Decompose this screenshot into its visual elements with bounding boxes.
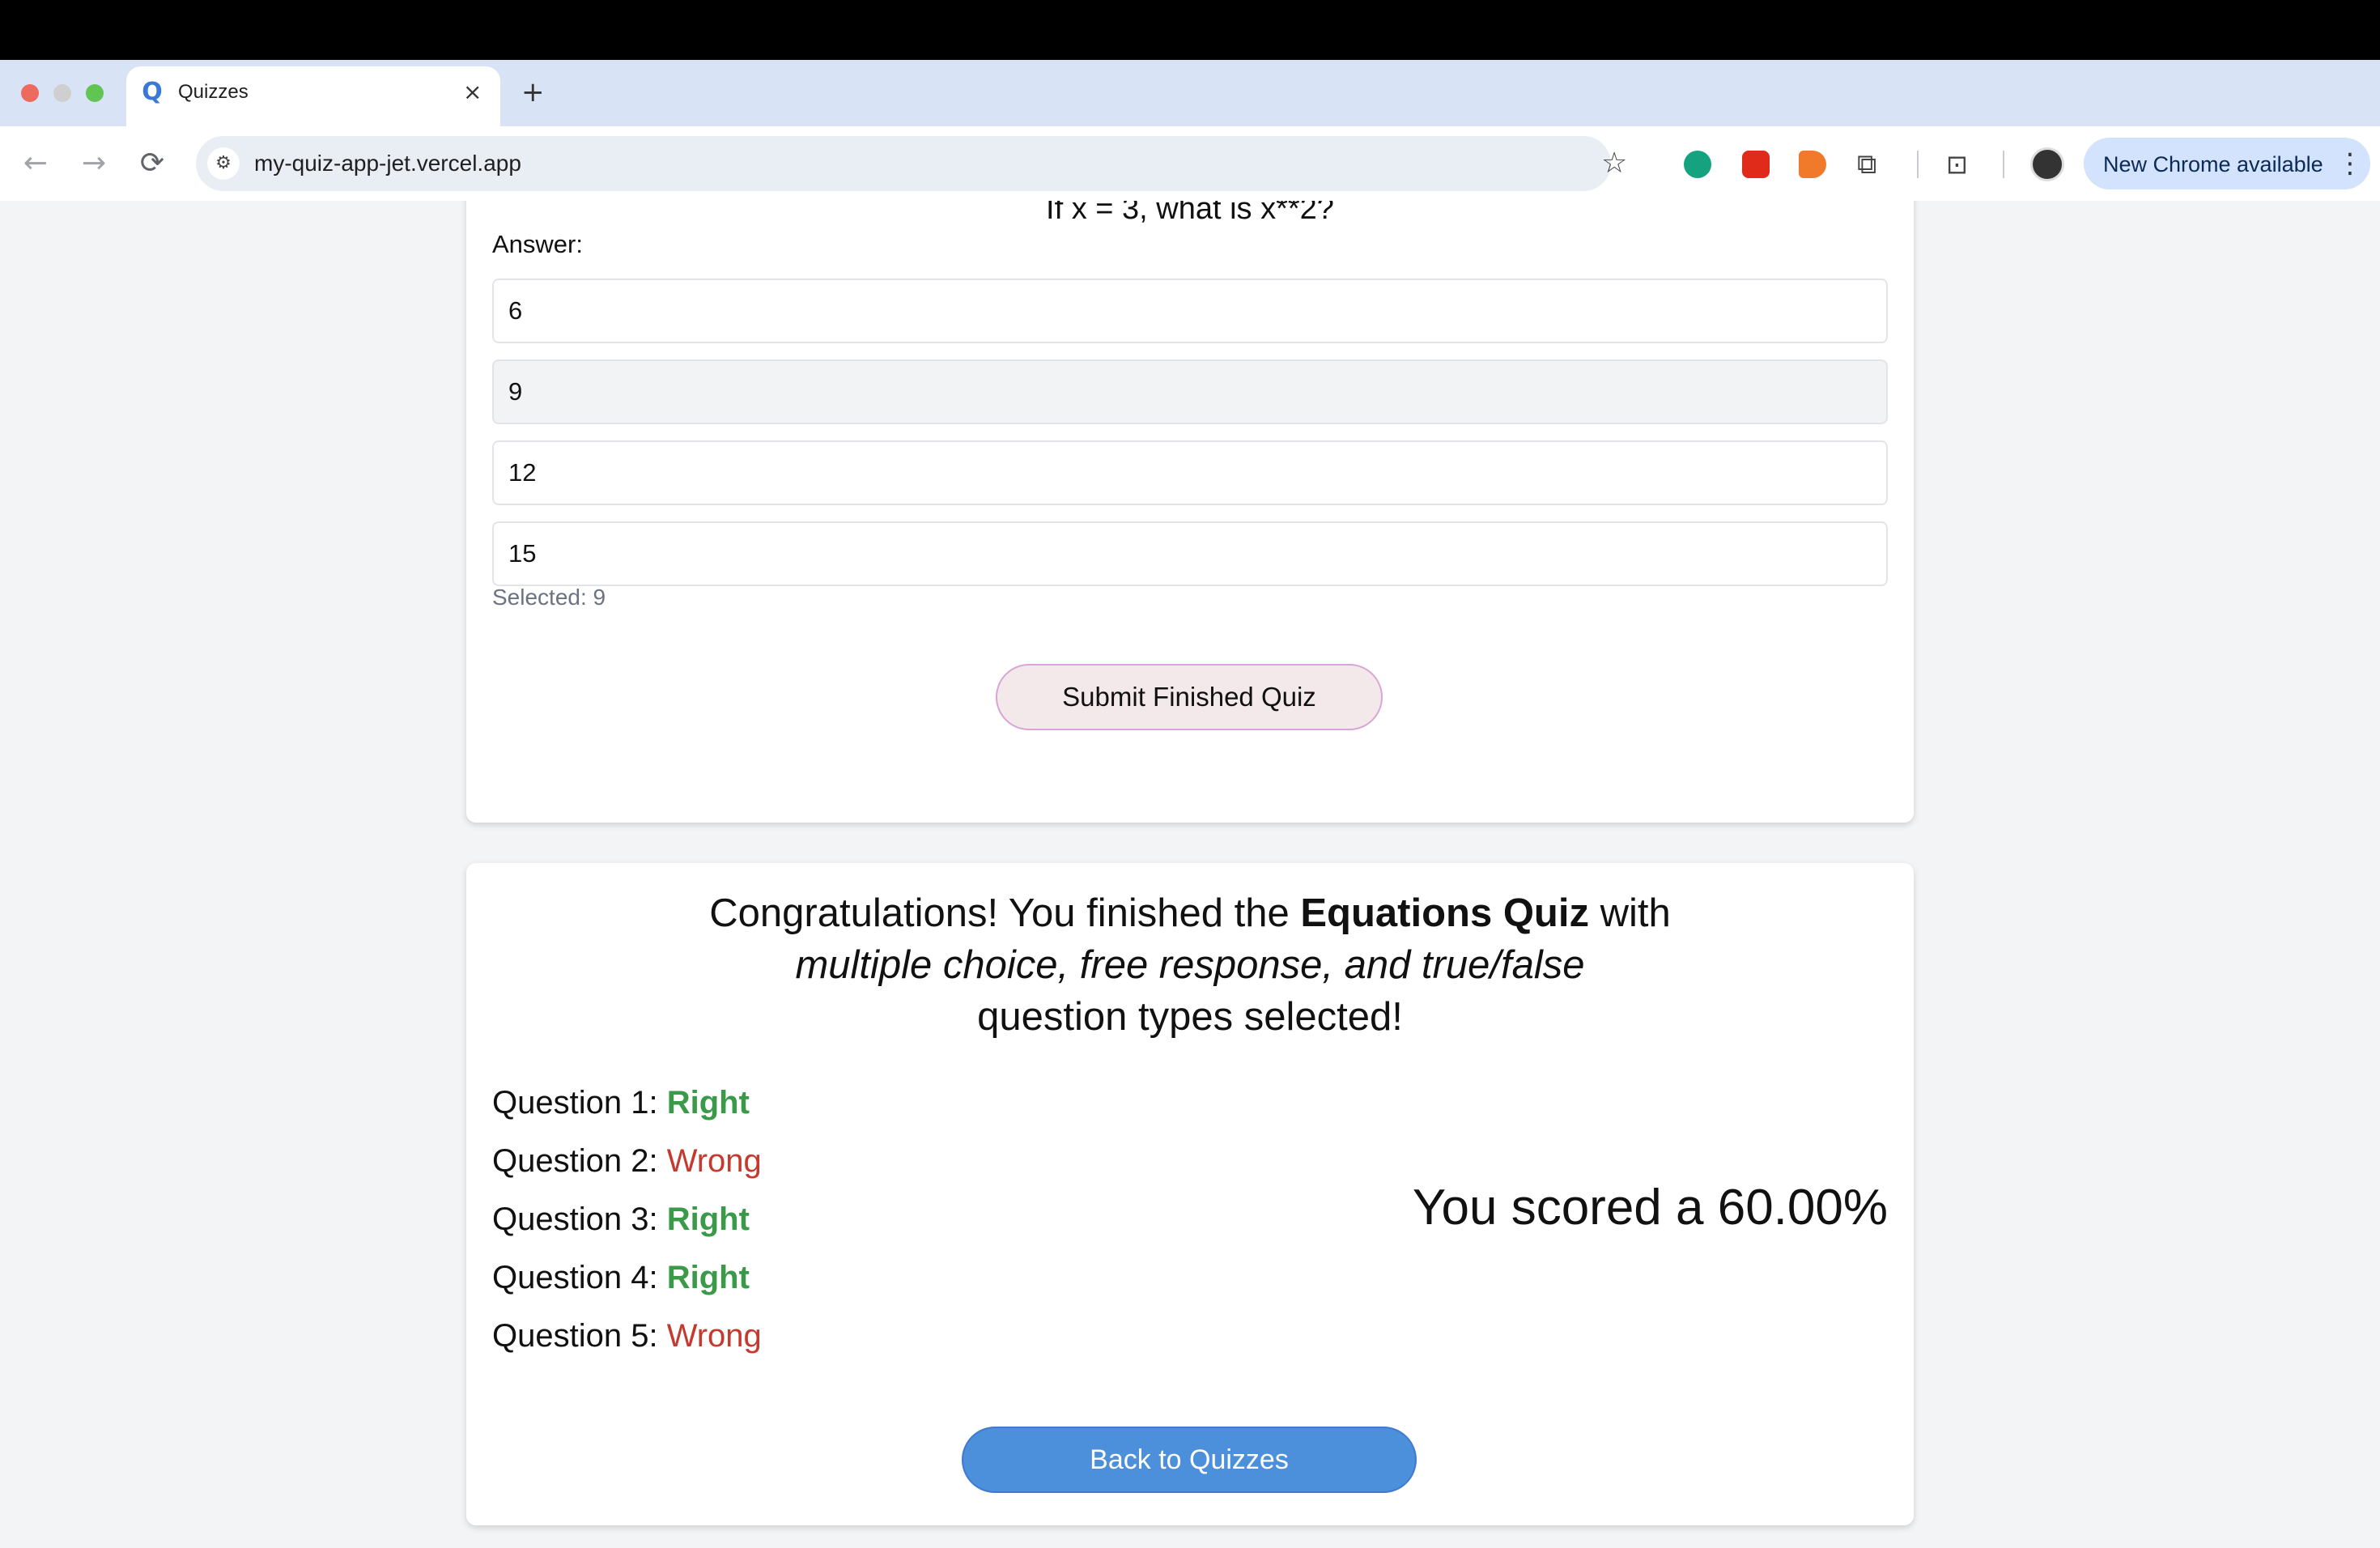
score-text: You scored a 60.00% xyxy=(1412,1180,1888,1235)
maximize-window-button[interactable] xyxy=(86,84,104,102)
tab-search-icon[interactable]: ⊡ xyxy=(1946,149,1968,180)
answer-label: Answer: xyxy=(492,230,583,258)
congrats-prefix: Congratulations! You finished the xyxy=(709,891,1290,935)
reload-icon[interactable]: ⟳ xyxy=(133,144,172,183)
close-tab-icon[interactable]: × xyxy=(463,79,482,105)
question-result: Wrong xyxy=(666,1143,762,1179)
congrats-with: with xyxy=(1600,891,1671,935)
congratulations-message: Congratulations! You finished the Equati… xyxy=(466,887,1914,1043)
selected-answer-text: Selected: 9 xyxy=(492,585,606,610)
question-label: Question 2: xyxy=(492,1143,658,1179)
quiz-name: Equations Quiz xyxy=(1300,891,1589,935)
grammarly-extension-icon[interactable] xyxy=(1684,151,1711,178)
question-label: Question 5: xyxy=(492,1318,658,1354)
question-label: Question 1: xyxy=(492,1085,658,1121)
answer-option[interactable]: 15 xyxy=(492,521,1888,586)
question-result: Right xyxy=(666,1201,750,1237)
question-text: If x = 3, what is x**2? xyxy=(1046,201,1334,226)
question-result-row: Question 1: Right xyxy=(492,1083,750,1122)
forward-icon[interactable]: → xyxy=(74,144,113,183)
megaphone-extension-icon[interactable] xyxy=(1799,151,1826,178)
toolbar-divider xyxy=(2003,151,2004,178)
bookmark-star-icon[interactable]: ☆ xyxy=(1601,146,1627,181)
quiz-favicon-icon: Q xyxy=(142,78,163,106)
answer-option[interactable]: 12 xyxy=(492,440,1888,505)
question-result-row: Question 4: Right xyxy=(492,1258,750,1297)
close-window-button[interactable] xyxy=(21,84,39,102)
question-result: Wrong xyxy=(666,1318,762,1354)
tab-title: Quizzes xyxy=(178,81,249,103)
answer-option-selected[interactable]: 9 xyxy=(492,359,1888,424)
page-viewport: If x = 3, what is x**2? Answer: 6 9 12 1… xyxy=(0,201,2380,1548)
submit-quiz-button[interactable]: Submit Finished Quiz xyxy=(996,664,1383,730)
minimize-window-button[interactable] xyxy=(53,84,71,102)
question-label: Question 3: xyxy=(492,1201,658,1237)
back-icon[interactable]: ← xyxy=(16,144,55,183)
question-result-row: Question 2: Wrong xyxy=(492,1142,762,1180)
toolbar-divider xyxy=(1917,151,1919,178)
extensions-puzzle-icon[interactable]: ⧉ xyxy=(1857,149,1876,180)
chrome-menu-icon[interactable]: ⋮ xyxy=(2336,146,2364,181)
question-label: Question 4: xyxy=(492,1260,658,1295)
site-info-icon[interactable]: ⚙ xyxy=(207,147,240,180)
new-tab-icon[interactable]: + xyxy=(521,76,545,108)
quiz-results-card: Congratulations! You finished the Equati… xyxy=(466,863,1914,1525)
answer-option[interactable]: 6 xyxy=(492,279,1888,343)
screen-top-bar xyxy=(0,0,2380,60)
quiz-question-card: If x = 3, what is x**2? Answer: 6 9 12 1… xyxy=(466,201,1914,823)
back-to-quizzes-button[interactable]: Back to Quizzes xyxy=(962,1427,1417,1493)
adblock-extension-icon[interactable] xyxy=(1742,151,1770,178)
profile-avatar[interactable] xyxy=(2030,147,2064,181)
url-text[interactable]: my-quiz-app-jet.vercel.app xyxy=(254,149,521,178)
question-result-row: Question 5: Wrong xyxy=(492,1316,762,1355)
question-result: Right xyxy=(666,1260,750,1295)
question-types: multiple choice, free response, and true… xyxy=(795,943,1585,987)
congrats-suffix: question types selected! xyxy=(977,995,1403,1039)
question-result-row: Question 3: Right xyxy=(492,1200,750,1239)
chrome-update-label: New Chrome available xyxy=(2103,152,2323,176)
question-result: Right xyxy=(666,1085,750,1121)
